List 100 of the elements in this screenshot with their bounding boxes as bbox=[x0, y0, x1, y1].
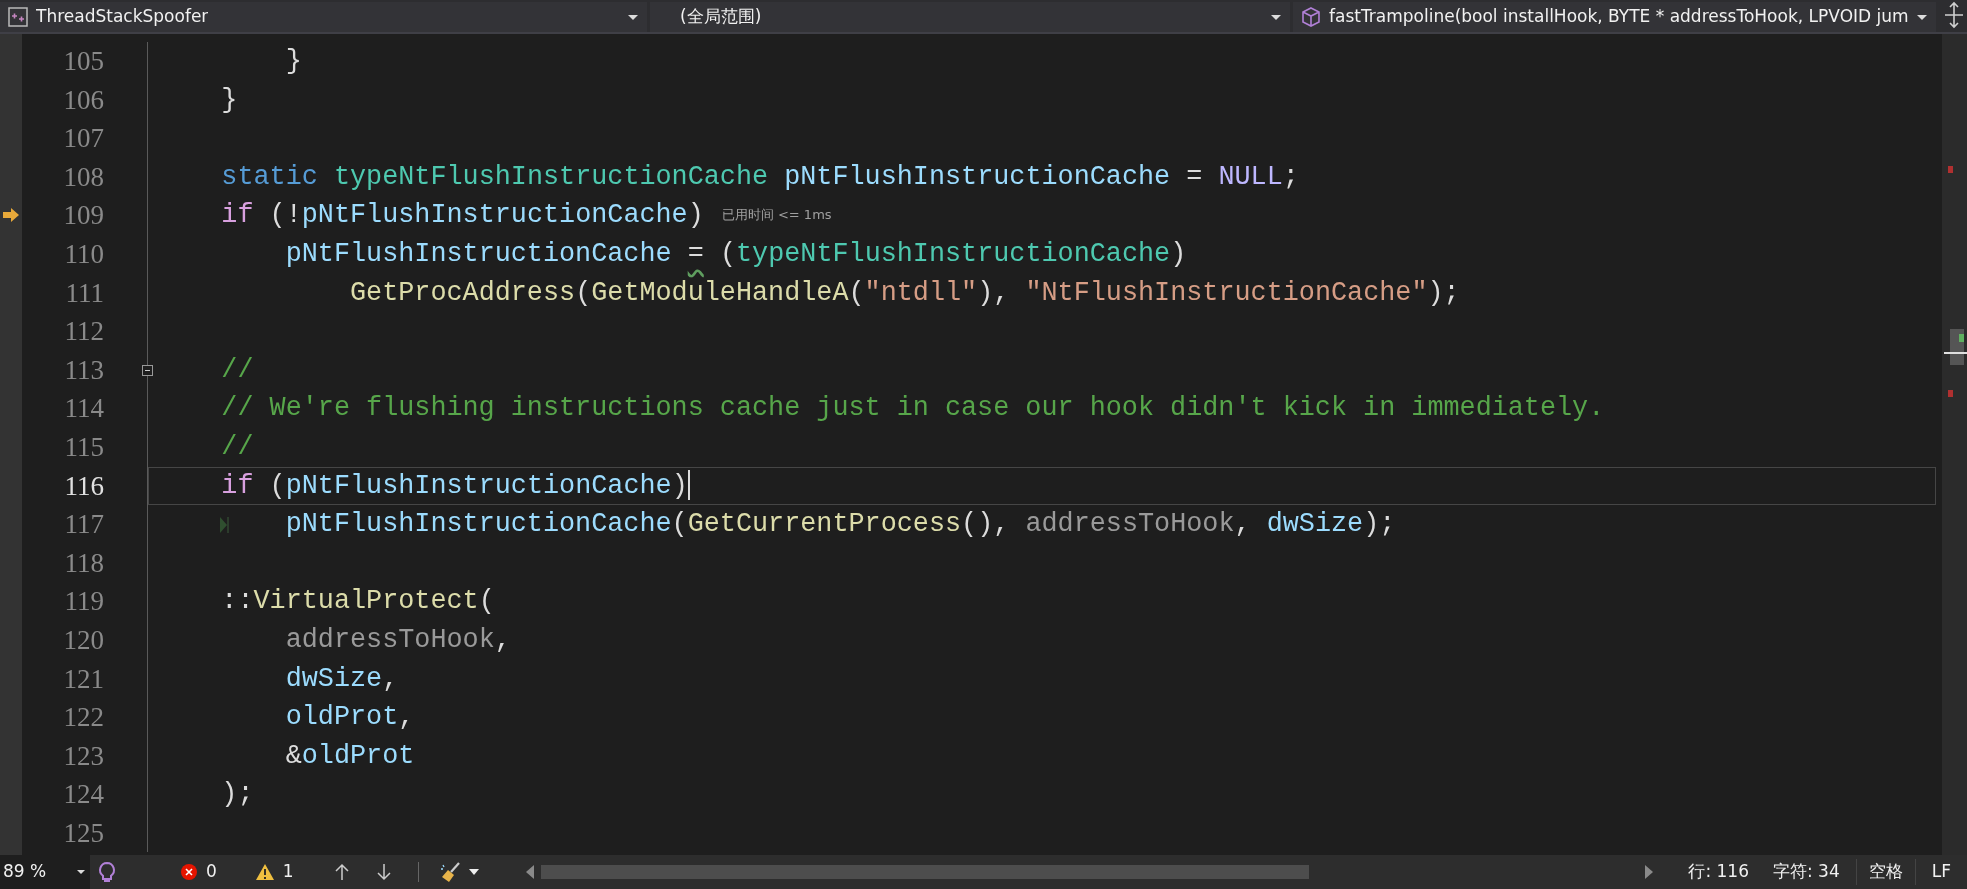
code-token: ( bbox=[269, 470, 286, 501]
code-token: dwSize bbox=[285, 663, 383, 694]
code-token: NULL bbox=[1218, 161, 1283, 192]
code-token: GetModuleHandleA bbox=[591, 277, 849, 308]
line-ending-indicator[interactable]: LF bbox=[1915, 859, 1967, 885]
code-token: , bbox=[494, 624, 511, 655]
code-token: VirtualProtect bbox=[253, 586, 479, 617]
line-number: 111 bbox=[64, 276, 104, 310]
code-token: GetProcAddress bbox=[350, 277, 576, 308]
warning-icon[interactable] bbox=[254, 863, 275, 881]
code-token: = bbox=[687, 238, 704, 269]
error-icon[interactable] bbox=[180, 863, 198, 881]
code-token: :: bbox=[221, 586, 254, 617]
caret-icon bbox=[627, 13, 639, 21]
line-indicator[interactable]: 行: 116 bbox=[1680, 859, 1757, 885]
line-number: 120 bbox=[62, 623, 104, 657]
code-token: pNtFlushInstructionCache bbox=[285, 509, 672, 540]
code-token: if bbox=[221, 200, 254, 231]
code-token: ; bbox=[1282, 161, 1299, 192]
lightbulb-icon[interactable] bbox=[96, 861, 118, 883]
code-token: GetCurrentProcess bbox=[687, 509, 962, 540]
caret-icon bbox=[76, 869, 86, 875]
code-token: ); bbox=[1363, 509, 1396, 540]
column-indicator[interactable]: 字符: 34 bbox=[1757, 859, 1856, 885]
code-token: pNtFlushInstructionCache bbox=[285, 238, 672, 269]
line-number: 107 bbox=[62, 122, 104, 156]
code-token: ) bbox=[1170, 238, 1187, 269]
line-number: 108 bbox=[62, 160, 104, 194]
code-comment: // bbox=[221, 354, 254, 385]
line-number: 112 bbox=[63, 315, 104, 349]
cube-icon bbox=[1301, 7, 1321, 27]
line-number: 122 bbox=[62, 701, 104, 735]
code-token: addressToHook bbox=[285, 624, 495, 655]
line-number: 118 bbox=[63, 546, 104, 580]
code-token: = bbox=[1186, 161, 1203, 192]
line-number: 110 bbox=[63, 237, 104, 271]
zoom-dropdown[interactable]: 89 % bbox=[0, 855, 90, 889]
line-number: 119 bbox=[63, 585, 104, 619]
code-token: ( bbox=[478, 586, 495, 617]
code-token: ) bbox=[687, 200, 704, 231]
code-token: pNtFlushInstructionCache bbox=[285, 470, 672, 501]
line-number: 123 bbox=[62, 739, 104, 773]
code-token: pNtFlushInstructionCache bbox=[784, 161, 1171, 192]
inlay-hint: 已用时间 <= 1ms bbox=[721, 207, 832, 223]
project-icon bbox=[8, 7, 28, 27]
code-token: } bbox=[285, 46, 302, 76]
code-token: static bbox=[221, 161, 318, 192]
split-icon[interactable] bbox=[1942, 0, 1966, 30]
line-number: 115 bbox=[63, 430, 104, 464]
line-number: 121 bbox=[62, 662, 104, 696]
code-token: typeNtFlushInstructionCache bbox=[736, 238, 1171, 269]
warning-count: 1 bbox=[282, 860, 294, 884]
line-number: 105 bbox=[62, 45, 104, 78]
line-number: 117 bbox=[63, 508, 104, 542]
up-arrow-icon[interactable] bbox=[333, 863, 350, 881]
error-count: 0 bbox=[206, 860, 217, 884]
code-token: (! bbox=[269, 200, 302, 231]
code-token: , bbox=[398, 702, 415, 733]
line-number: 114 bbox=[63, 392, 104, 426]
code-token: , bbox=[1234, 509, 1251, 540]
code-token: } bbox=[221, 84, 238, 115]
member-dropdown[interactable]: fastTrampoline(bool installHook, BYTE * addressToHook, LPVOID jum bbox=[1293, 2, 1936, 32]
code-token: ); bbox=[1427, 277, 1460, 308]
line-number: 124 bbox=[62, 778, 104, 812]
code-token: ); bbox=[221, 779, 254, 810]
code-token: "ntdll" bbox=[864, 277, 978, 308]
code-comment: // We're flushing instructions cache just in case our hook didn't kick in immediately. bbox=[221, 393, 1605, 424]
scroll-left-icon[interactable] bbox=[524, 865, 535, 879]
code-token: oldProt bbox=[301, 740, 415, 771]
code-token: if bbox=[221, 470, 254, 501]
line-number: 113 bbox=[63, 353, 104, 387]
line-number: 109 bbox=[62, 199, 104, 233]
collapse-icon[interactable] bbox=[142, 364, 153, 376]
scroll-right-icon[interactable] bbox=[1644, 865, 1655, 879]
code-token: & bbox=[285, 740, 302, 771]
code-token: "NtFlushInstructionCache" bbox=[1025, 277, 1428, 308]
project-dropdown[interactable]: ThreadStackSpoofer bbox=[0, 2, 647, 32]
line-number: 125 bbox=[62, 816, 104, 850]
code-comment: // bbox=[221, 431, 254, 462]
indentation-indicator[interactable]: 空格 bbox=[1855, 859, 1916, 885]
code-token: oldProt bbox=[285, 702, 399, 733]
line-number: 106 bbox=[62, 83, 104, 117]
line-number: 116 bbox=[63, 469, 104, 503]
code-token: ) bbox=[671, 470, 688, 501]
code-token: ( bbox=[848, 277, 865, 308]
caret-icon bbox=[1270, 13, 1282, 21]
down-arrow-icon[interactable] bbox=[375, 863, 392, 881]
code-token: typeNtFlushInstructionCache bbox=[333, 161, 769, 192]
code-token: dwSize bbox=[1266, 509, 1364, 540]
code-token: ( bbox=[575, 277, 592, 308]
code-token: pNtFlushInstructionCache bbox=[301, 200, 688, 231]
scope-dropdown[interactable]: (全局范围) bbox=[650, 2, 1290, 32]
caret-icon bbox=[1916, 13, 1928, 21]
code-token: , bbox=[382, 663, 399, 694]
code-token: ), bbox=[977, 277, 1010, 308]
code-token: (), bbox=[961, 509, 1010, 540]
code-token: ( bbox=[719, 238, 736, 269]
code-token: addressToHook bbox=[1025, 509, 1235, 540]
caret-icon[interactable] bbox=[468, 869, 479, 875]
code-token: ( bbox=[671, 509, 688, 540]
